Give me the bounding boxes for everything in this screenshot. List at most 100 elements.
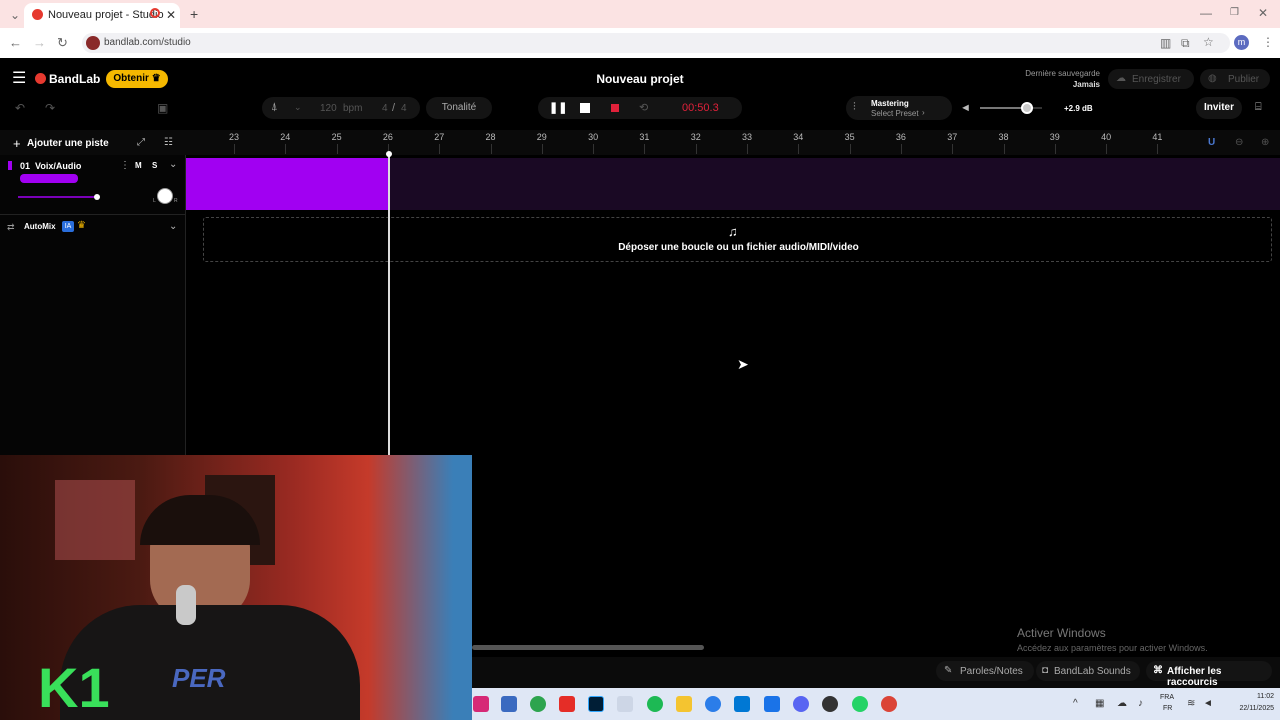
pan-knob-icon[interactable] xyxy=(157,188,173,204)
wifi-icon[interactable]: ≋ xyxy=(1187,699,1195,709)
key-button[interactable]: Tonalité xyxy=(426,97,492,119)
tray-chevron-icon[interactable]: ^ xyxy=(1073,699,1078,709)
window-close-icon[interactable]: ✕ xyxy=(1258,7,1268,19)
reading-mode-icon[interactable]: ▥ xyxy=(1160,37,1171,49)
undo-icon[interactable]: ↶ xyxy=(15,101,25,115)
pause-icon[interactable]: ❚❚ xyxy=(549,101,567,114)
solo-button[interactable]: S xyxy=(152,161,157,170)
time-signature-denominator[interactable]: 4 xyxy=(401,103,407,114)
ruler-mark: 23 xyxy=(229,132,240,142)
automix-chevron-icon[interactable]: ⌄ xyxy=(169,221,177,232)
reload-icon[interactable]: ↻ xyxy=(57,36,68,49)
add-track-button[interactable]: Ajouter une piste xyxy=(27,138,109,149)
record-icon[interactable] xyxy=(611,104,619,112)
ruler-mark: 34 xyxy=(793,132,804,142)
time-signature-separator: / xyxy=(392,102,396,114)
master-volume-slider[interactable] xyxy=(980,102,1042,114)
publish-button[interactable]: ◍ Publier xyxy=(1200,69,1270,89)
instagram-icon[interactable] xyxy=(473,696,489,712)
discord-icon[interactable] xyxy=(793,696,809,712)
chevron-right-icon: › xyxy=(922,108,925,117)
mastering-button[interactable]: ⫶ Mastering Select Preset › xyxy=(846,96,952,120)
wall-posters xyxy=(55,480,135,560)
track-volume-slider[interactable] xyxy=(18,194,100,200)
site-info-icon[interactable] xyxy=(86,36,100,50)
back-icon[interactable]: ← xyxy=(9,36,22,49)
url-field[interactable]: bandlab.com/studio xyxy=(82,33,1230,53)
tab-list-chevron-icon[interactable]: ⌄ xyxy=(10,9,20,21)
track-effect-pill[interactable] xyxy=(20,174,78,183)
hamburger-menu-icon[interactable]: ☰ xyxy=(12,71,26,87)
tuner-icon[interactable]: ⤢ xyxy=(137,137,145,148)
drop-zone[interactable]: ♫ Déposer une boucle ou un fichier audio… xyxy=(203,217,1272,262)
timeline-ruler[interactable]: 23 24 25 26 27 28 29 30 31 32 33 34 35 36 37 38 39 40 41 xyxy=(186,130,1200,155)
ruler-tick xyxy=(747,144,748,154)
time-signature-numerator[interactable]: 4 xyxy=(382,103,388,114)
save-button[interactable]: ☁ Enregistrer xyxy=(1108,69,1194,89)
vscode-icon[interactable] xyxy=(734,696,750,712)
store-icon[interactable] xyxy=(501,696,517,712)
youtube-icon[interactable] xyxy=(559,696,575,712)
mixer-icon[interactable]: ☷ xyxy=(164,137,173,148)
file-explorer-icon[interactable] xyxy=(676,696,692,712)
language-bottom[interactable]: FR xyxy=(1163,705,1172,712)
chevron-down-icon[interactable]: ⌄ xyxy=(294,102,302,113)
new-tab-icon[interactable]: + xyxy=(190,7,198,21)
panel-toggle-icon[interactable]: ▣ xyxy=(157,101,168,115)
zoom-in-icon[interactable]: ⊕ xyxy=(1261,137,1269,148)
clock-time[interactable]: 11:02 xyxy=(1216,693,1274,700)
spotify-icon[interactable] xyxy=(647,696,663,712)
language-top[interactable]: FRA xyxy=(1160,694,1174,701)
zoom-out-icon[interactable]: ⊖ xyxy=(1235,137,1243,148)
docs-icon[interactable] xyxy=(764,696,780,712)
gift-icon[interactable]: ⌸ xyxy=(1255,101,1262,114)
project-title[interactable]: Nouveau projet xyxy=(560,72,720,86)
mute-button[interactable]: M xyxy=(135,161,142,170)
chrome-icon[interactable] xyxy=(530,696,546,712)
playhead-handle[interactable] xyxy=(386,151,392,157)
davinci-icon[interactable] xyxy=(822,696,838,712)
notepad-icon[interactable] xyxy=(617,696,633,712)
app-store-icon[interactable] xyxy=(705,696,721,712)
master-volume-knob[interactable] xyxy=(1020,102,1033,114)
install-app-icon[interactable]: ⧉ xyxy=(1181,37,1190,49)
tray-mic-icon[interactable]: ♪ xyxy=(1138,699,1143,709)
obtain-button[interactable]: Obtenir ♛ xyxy=(106,70,168,88)
audio-clip[interactable] xyxy=(186,158,389,210)
tray-app-icon[interactable]: ▦ xyxy=(1095,699,1104,709)
redo-icon[interactable]: ↷ xyxy=(45,101,55,115)
track-menu-icon[interactable]: ⋮ xyxy=(120,160,130,171)
invite-button[interactable]: Inviter xyxy=(1196,97,1242,119)
bpm-value[interactable]: 120 xyxy=(320,103,337,114)
profile-avatar[interactable]: m xyxy=(1234,35,1249,50)
automix-label[interactable]: AutoMix xyxy=(24,222,56,231)
speaker-icon[interactable]: ◄ xyxy=(960,102,971,114)
bandlab-sounds-button[interactable]: ◘ BandLab Sounds xyxy=(1036,661,1140,681)
photoshop-icon[interactable] xyxy=(588,696,604,712)
track-lane[interactable] xyxy=(389,158,1280,210)
window-maximize-icon[interactable]: ❐ xyxy=(1230,8,1239,18)
chrome-active-icon[interactable] xyxy=(881,696,897,712)
playhead[interactable] xyxy=(388,152,390,455)
bookmark-star-icon[interactable]: ☆ xyxy=(1203,36,1214,48)
volume-tray-icon[interactable]: ◄ xyxy=(1203,699,1213,709)
whatsapp-icon[interactable] xyxy=(852,696,868,712)
loop-icon[interactable]: ⟲ xyxy=(639,101,648,114)
browser-menu-icon[interactable]: ⋮ xyxy=(1262,36,1274,48)
tab-close-icon[interactable]: ✕ xyxy=(166,9,176,21)
lyrics-notes-button[interactable]: ✎ Paroles/Notes xyxy=(936,661,1034,681)
horizontal-scrollbar[interactable] xyxy=(472,645,704,650)
magnet-snap-icon[interactable]: U xyxy=(1208,137,1215,148)
ruler-tick xyxy=(644,144,646,154)
forward-icon[interactable]: → xyxy=(33,36,46,49)
shortcuts-button[interactable]: ⌘ Afficher les raccourcis xyxy=(1146,661,1272,688)
onedrive-icon[interactable]: ☁ xyxy=(1117,699,1127,709)
track-volume-knob[interactable] xyxy=(94,194,100,200)
browser-tab[interactable]: Nouveau projet - Studio ✕ xyxy=(24,3,180,28)
stop-icon[interactable] xyxy=(580,103,590,113)
metronome-icon[interactable]: ⍋ xyxy=(271,101,278,114)
clock-date[interactable]: 22/11/2025 xyxy=(1216,705,1274,712)
window-minimize-icon[interactable]: — xyxy=(1200,7,1212,19)
track-expand-chevron-icon[interactable]: ⌄ xyxy=(169,159,177,170)
track-name[interactable]: 01 Voix/Audio xyxy=(20,161,81,171)
